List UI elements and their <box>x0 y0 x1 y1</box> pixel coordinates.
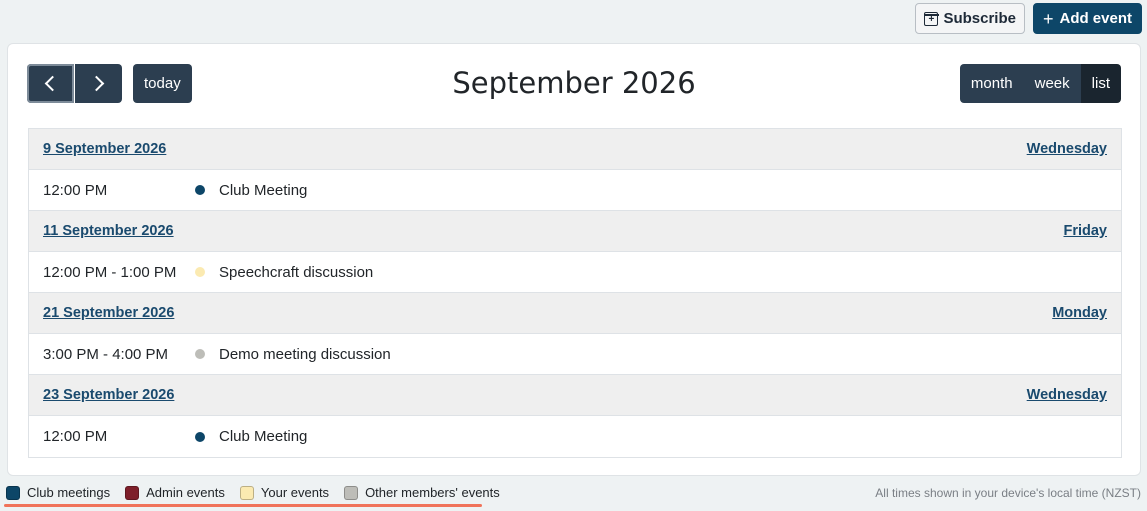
day-header-row: 21 September 2026 Monday <box>29 293 1121 334</box>
legend-item: Other members' events <box>344 485 500 500</box>
day-header-row: 11 September 2026 Friday <box>29 211 1121 252</box>
view-month-button[interactable]: month <box>959 64 1024 103</box>
add-event-label: Add event <box>1059 10 1132 27</box>
day-date-link[interactable]: 9 September 2026 <box>43 141 166 157</box>
view-week-button[interactable]: week <box>1023 64 1081 103</box>
legend-swatch <box>344 485 359 500</box>
calendar-plus-icon <box>923 11 940 26</box>
nav-button-group <box>27 64 122 103</box>
chevron-right-icon <box>88 75 105 92</box>
event-color-dot <box>195 431 205 442</box>
event-color-dot <box>195 185 205 195</box>
legend-label: Club meetings <box>27 485 111 500</box>
legend-swatch <box>125 485 140 500</box>
event-row[interactable]: 12:00 PM Club Meeting <box>29 170 1121 211</box>
day-date-link[interactable]: 11 September 2026 <box>43 223 174 239</box>
view-list-button[interactable]: list <box>1080 64 1121 103</box>
prev-month-button[interactable] <box>27 64 74 103</box>
legend-item: Your events <box>239 485 330 500</box>
legend-item: Club meetings <box>6 485 110 500</box>
event-title[interactable]: Speechcraft discussion <box>219 264 373 281</box>
subscribe-button[interactable]: Subscribe <box>915 3 1025 34</box>
legend-label: Other members' events <box>365 485 500 500</box>
legend: Club meetings Admin events Your events Othe… <box>6 485 500 500</box>
event-row[interactable]: 12:00 PM Club Meeting <box>29 416 1121 457</box>
day-date-link[interactable]: 23 September 2026 <box>43 387 174 403</box>
top-actions: Subscribe + Add event <box>915 3 1142 34</box>
timezone-note: All times shown in your device's local t… <box>875 486 1141 500</box>
legend-swatch <box>6 485 20 500</box>
event-time: 3:00 PM - 4:00 PM <box>43 345 169 363</box>
event-time: 12:00 PM <box>43 181 108 199</box>
event-color-dot <box>195 349 205 359</box>
event-list: 9 September 2026 Wednesday 12:00 PM Club Me… <box>28 128 1122 458</box>
day-weekday-link[interactable]: Wednesday <box>1027 387 1107 403</box>
day-weekday-link[interactable]: Friday <box>1063 223 1107 239</box>
chevron-left-icon <box>44 75 61 92</box>
today-button[interactable]: today <box>133 64 192 103</box>
day-weekday-link[interactable]: Monday <box>1052 305 1107 321</box>
event-row[interactable]: 12:00 PM - 1:00 PM Speechcraft discussion <box>29 252 1121 293</box>
event-row[interactable]: 3:00 PM - 4:00 PM Demo meeting discussion <box>29 334 1121 375</box>
event-color-dot <box>195 267 205 277</box>
calendar-card: today September 2026 month week list 9 Sep… <box>7 43 1141 476</box>
event-time: 12:00 PM <box>43 428 108 445</box>
add-event-button[interactable]: + Add event <box>1032 3 1142 34</box>
legend-swatch <box>239 485 254 500</box>
event-title[interactable]: Club Meeting <box>219 182 307 199</box>
day-header-row: 23 September 2026 Wednesday <box>29 375 1121 416</box>
event-time: 12:00 PM - 1:00 PM <box>43 263 177 281</box>
legend-label: Admin events <box>146 485 225 500</box>
calendar-header: today September 2026 month week list <box>27 64 1121 104</box>
day-date-link[interactable]: 21 September 2026 <box>43 305 174 321</box>
legend-item: Admin events <box>125 485 225 500</box>
legend-label: Your events <box>260 485 330 500</box>
legend-underline <box>4 504 482 507</box>
event-title[interactable]: Club Meeting <box>219 428 307 445</box>
day-weekday-link[interactable]: Wednesday <box>1027 141 1107 157</box>
plus-icon: + <box>1042 8 1054 29</box>
day-header-row: 9 September 2026 Wednesday <box>29 129 1121 170</box>
next-month-button[interactable] <box>75 64 122 103</box>
event-title[interactable]: Demo meeting discussion <box>219 346 391 363</box>
view-switcher: month week list <box>959 64 1121 103</box>
subscribe-label: Subscribe <box>943 10 1016 27</box>
